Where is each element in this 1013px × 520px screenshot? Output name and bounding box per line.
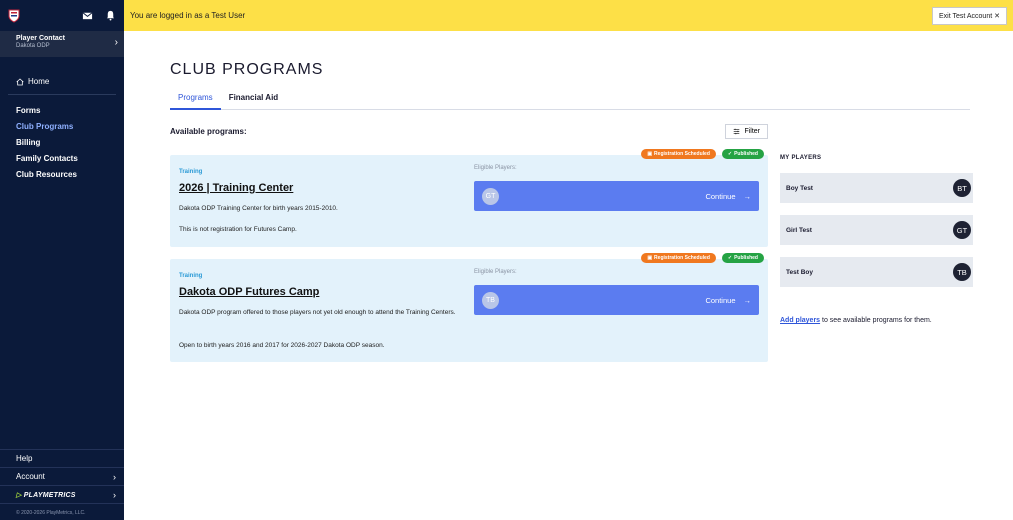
close-icon: ✕ xyxy=(994,12,1000,20)
status-badges: ▣ Registration Scheduled ✓ Published xyxy=(641,253,764,263)
avatar: GT xyxy=(953,221,971,239)
my-players-heading: MY PLAYERS xyxy=(780,155,822,161)
chevron-right-icon: › xyxy=(113,471,116,482)
sidebar-item-home[interactable]: Home xyxy=(0,77,124,86)
banner-message: You are logged in as a Test User xyxy=(130,11,246,20)
sidebar: Player Contact Dakota ODP › Home Forms C… xyxy=(0,0,124,520)
player-name: Test Boy xyxy=(786,268,813,276)
add-players-text: Add players to see available programs fo… xyxy=(780,317,973,324)
program-category: Training xyxy=(179,169,203,175)
sidebar-top xyxy=(0,0,124,31)
continue-label: Continue xyxy=(705,191,736,201)
arrow-right-icon: → xyxy=(743,295,752,305)
badge-label: Published xyxy=(734,151,758,157)
player-name: Girl Test xyxy=(786,226,812,234)
badge-label: Registration Scheduled xyxy=(654,255,710,261)
badge-label: Published xyxy=(734,255,758,261)
sidebar-item-label: Home xyxy=(28,77,50,86)
contact-switcher[interactable]: Player Contact Dakota ODP › xyxy=(0,31,124,57)
program-category: Training xyxy=(179,273,203,279)
player-card[interactable]: Girl Test GT xyxy=(780,215,973,245)
logo-mark-icon: ▷ xyxy=(16,491,22,499)
program-title-link[interactable]: Dakota ODP Futures Camp xyxy=(179,286,319,298)
status-badges: ▣ Registration Scheduled ✓ Published xyxy=(641,149,764,159)
available-programs-label: Available programs: xyxy=(170,126,247,136)
help-label: Help xyxy=(16,454,33,463)
program-card: ▣ Registration Scheduled ✓ Published Train… xyxy=(170,149,768,247)
contact-org: Dakota ODP xyxy=(16,43,50,49)
player-name: Boy Test xyxy=(786,184,813,192)
contact-name: Player Contact xyxy=(16,35,66,42)
status-badge: ▣ Registration Scheduled xyxy=(641,149,716,159)
calendar-icon: ▣ xyxy=(647,151,653,157)
continue-label-wrap: Continue → xyxy=(705,192,751,201)
filter-label: Filter xyxy=(744,127,760,135)
available-row: Available programs: Filter xyxy=(170,122,768,140)
avatar: TB xyxy=(482,291,499,309)
test-user-banner: You are logged in as a Test User Exit Te… xyxy=(124,0,1013,31)
club-crest-icon[interactable] xyxy=(8,9,20,23)
program-description: This is not registration for Futures Cam… xyxy=(179,226,297,233)
continue-label-wrap: Continue → xyxy=(705,296,751,305)
sidebar-bottom: Help Account › ▷ PLAYMETRICS › © 2020-202… xyxy=(0,449,124,520)
status-badge: ✓ Published xyxy=(721,149,764,159)
sidebar-nav: Forms Club Programs Billing Family Conta… xyxy=(0,103,124,183)
player-card[interactable]: Boy Test BT xyxy=(780,173,973,203)
sidebar-item-club-programs[interactable]: Club Programs xyxy=(16,119,108,135)
program-card: ▣ Registration Scheduled ✓ Published Train… xyxy=(170,253,768,362)
avatar: GT xyxy=(482,187,499,205)
add-players-link[interactable]: Add players xyxy=(780,317,820,324)
continue-button[interactable]: TB Continue → xyxy=(474,285,759,315)
playmetrics-logo: ▷ PLAYMETRICS xyxy=(16,491,76,499)
copyright: © 2020-2026 PlayMetrics, LLC. xyxy=(0,503,124,520)
status-badge: ✓ Published xyxy=(721,253,764,263)
brand-text: PLAYMETRICS xyxy=(23,491,76,499)
continue-button[interactable]: GT Continue → xyxy=(474,181,759,211)
exit-test-account-button[interactable]: Exit Test Account ✕ xyxy=(931,6,1007,25)
sidebar-item-forms[interactable]: Forms xyxy=(16,103,108,119)
arrow-right-icon: → xyxy=(743,191,752,201)
eligible-players-label: Eligible Players: xyxy=(474,269,517,275)
eligible-players-label: Eligible Players: xyxy=(474,165,517,171)
program-description: Dakota ODP program offered to those play… xyxy=(179,309,456,316)
filter-icon xyxy=(734,128,740,134)
program-description: Open to birth years 2016 and 2017 for 20… xyxy=(179,342,385,349)
tab-programs[interactable]: Programs xyxy=(170,91,221,110)
check-icon: ✓ xyxy=(727,151,733,157)
filter-button[interactable]: Filter xyxy=(725,123,768,139)
sidebar-item-playmetrics[interactable]: ▷ PLAYMETRICS › xyxy=(0,485,124,503)
exit-label: Exit Test Account xyxy=(938,12,993,20)
mail-icon[interactable] xyxy=(82,10,93,21)
sidebar-item-billing[interactable]: Billing xyxy=(16,135,108,151)
home-icon xyxy=(16,77,24,85)
chevron-right-icon: › xyxy=(114,37,118,48)
status-badge: ▣ Registration Scheduled xyxy=(641,253,716,263)
tab-financial-aid[interactable]: Financial Aid xyxy=(221,91,287,110)
tabs: Programs Financial Aid xyxy=(170,91,970,110)
main-content: CLUB PROGRAMS Programs Financial Aid Ava… xyxy=(170,31,970,362)
continue-label: Continue xyxy=(705,295,736,305)
calendar-icon: ▣ xyxy=(647,255,653,261)
divider xyxy=(8,94,116,95)
my-players-panel: MY PLAYERS Boy Test BT Girl Test GT Test… xyxy=(780,155,973,324)
badge-label: Registration Scheduled xyxy=(654,151,710,157)
program-title-link[interactable]: 2026 | Training Center xyxy=(179,182,293,194)
sidebar-item-help[interactable]: Help xyxy=(0,449,124,467)
avatar: TB xyxy=(953,263,971,281)
player-card[interactable]: Test Boy TB xyxy=(780,257,973,287)
check-icon: ✓ xyxy=(727,255,733,261)
program-description: Dakota ODP Training Center for birth yea… xyxy=(179,205,338,212)
bell-icon[interactable] xyxy=(105,10,116,21)
page-title: CLUB PROGRAMS xyxy=(170,61,324,78)
sidebar-item-family-contacts[interactable]: Family Contacts xyxy=(16,151,108,167)
sidebar-item-club-resources[interactable]: Club Resources xyxy=(16,167,108,183)
avatar: BT xyxy=(953,179,971,197)
account-label: Account xyxy=(16,472,45,481)
add-players-rest: to see available programs for them. xyxy=(820,317,932,324)
sidebar-item-account[interactable]: Account › xyxy=(0,467,124,485)
chevron-right-icon: › xyxy=(113,489,116,500)
